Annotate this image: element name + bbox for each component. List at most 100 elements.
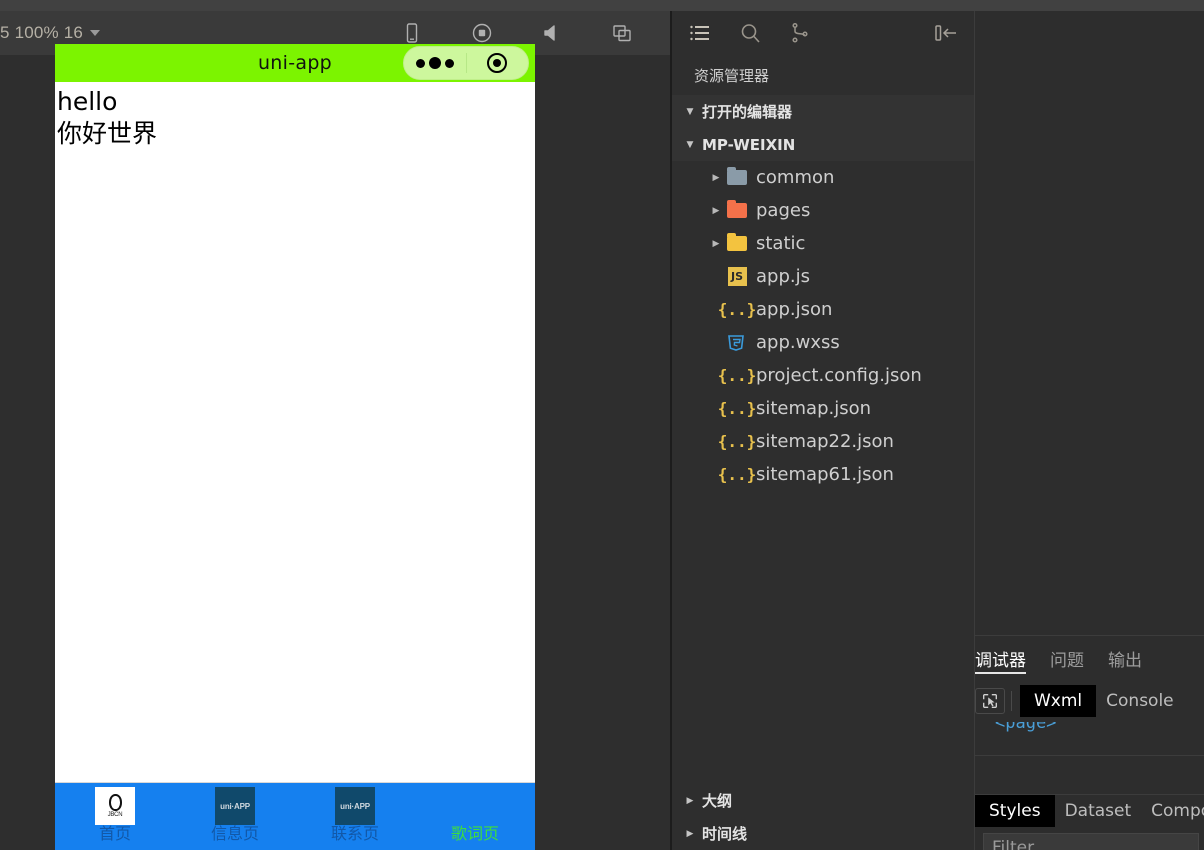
tab-debugger[interactable]: 调试器 (975, 636, 1026, 680)
chevron-right-icon: ▶ (686, 795, 694, 806)
tree-item-pages[interactable]: ▶ pages (672, 194, 974, 227)
tab-label: 联系页 (330, 826, 379, 843)
devtools-panel-tabs: 调试器 问题 输出 (975, 636, 1204, 680)
tree-item-label: sitemap61.json (756, 464, 894, 485)
tree-item-app-json[interactable]: {..} app.json (672, 293, 974, 326)
explorer-sidebar: 资源管理器 ▼ 打开的编辑器 ▼ MP-WEIXIN ▶ common ▶ pa… (670, 11, 974, 850)
json-file-icon: {..} (717, 465, 757, 484)
simulator-settings-dropdown[interactable]: 5 100% 16 (0, 23, 101, 43)
sub-tab-divider (1011, 691, 1012, 711)
simulator-meta-text: 5 100% 16 (0, 23, 84, 42)
tab-label: 首页 (98, 826, 131, 843)
chevron-right-icon: ▶ (686, 828, 694, 839)
explorer-title: 资源管理器 (694, 66, 770, 85)
tab-console[interactable]: Console (1096, 685, 1184, 717)
app-window: 5 100% 16 uni-app hello 你好世界 JBCN 首页 uni… (0, 0, 1204, 850)
filter-placeholder: Filter (992, 838, 1035, 850)
tree-item-project-config-json[interactable]: {..} project.config.json (672, 359, 974, 392)
tab-problems[interactable]: 问题 (1050, 636, 1084, 680)
wxml-tree-view[interactable]: <page> (975, 722, 1204, 756)
devtools-panel: 调试器 问题 输出 Wxml Console <page> Styles Dat… (975, 635, 1204, 850)
tab-dataset[interactable]: Dataset (1055, 795, 1142, 827)
wxml-empty-area (975, 756, 1204, 794)
tree-item-label: sitemap22.json (756, 431, 894, 452)
tree-item-label: common (756, 167, 835, 188)
explorer-icon[interactable] (686, 19, 714, 47)
tab-item-contact[interactable]: uni·APP 联系页 (295, 783, 415, 843)
tree-item-sitemap-json[interactable]: {..} sitemap.json (672, 392, 974, 425)
windows-icon[interactable] (610, 21, 634, 45)
collapse-panel-icon[interactable] (932, 19, 960, 47)
json-file-icon: {..} (717, 366, 757, 385)
devtools-sub-tabs: Wxml Console (975, 680, 1204, 722)
tab-item-info[interactable]: uni·APP 信息页 (175, 783, 295, 843)
chevron-down-icon: ▼ (686, 139, 694, 150)
wxml-root-node: <page> (995, 722, 1057, 733)
activity-bar (672, 11, 974, 55)
json-file-icon: {..} (717, 399, 757, 418)
section-label: 打开的编辑器 (702, 103, 793, 121)
filter-input[interactable]: Filter (983, 833, 1199, 850)
tree-item-static[interactable]: ▶ static (672, 227, 974, 260)
chevron-down-icon (90, 30, 101, 36)
folder-icon (724, 232, 750, 251)
element-picker-icon[interactable] (975, 688, 1005, 714)
tree-item-label: sitemap.json (756, 398, 872, 419)
nav-bar-title: uni-app (257, 52, 333, 74)
record-icon[interactable] (470, 21, 494, 45)
tree-item-sitemap22-json[interactable]: {..} sitemap22.json (672, 425, 974, 458)
css-file-icon (724, 333, 750, 353)
folder-icon (724, 166, 750, 185)
tab-item-home[interactable]: JBCN 首页 (55, 783, 175, 843)
source-control-icon[interactable] (786, 19, 814, 47)
phone-icon[interactable] (400, 21, 424, 45)
speaker-icon[interactable] (540, 21, 564, 45)
title-bar-strip (0, 0, 1204, 11)
tab-label: 歌词页 (450, 826, 499, 843)
section-label: 时间线 (702, 825, 748, 843)
style-panel-tabs: Styles Dataset Compo (975, 795, 1204, 827)
tree-item-label: app.wxss (756, 332, 840, 353)
chevron-down-icon: ▼ (686, 106, 694, 117)
tree-item-label: project.config.json (756, 365, 922, 386)
tree-item-sitemap61-json[interactable]: {..} sitemap61.json (672, 458, 974, 491)
target-circle-icon[interactable] (467, 53, 529, 73)
search-icon[interactable] (736, 19, 764, 47)
folder-icon (724, 199, 750, 218)
uniapp-tab-icon: uni·APP (215, 787, 255, 825)
sidebar-bottom-sections: ▶ 大纲 ▶ 时间线 (672, 784, 974, 850)
tree-item-app-wxss[interactable]: app.wxss (672, 326, 974, 359)
chevron-right-icon: ▶ (712, 238, 720, 249)
json-file-icon: {..} (717, 300, 757, 319)
tab-item-lyrics[interactable]: 歌词页 (415, 783, 535, 843)
filter-field-wrapper: Filter (975, 827, 1204, 850)
section-open-editors[interactable]: ▼ 打开的编辑器 (672, 95, 974, 128)
page-content: hello 你好世界 (55, 82, 535, 785)
tab-wxml[interactable]: Wxml (1020, 685, 1097, 717)
chevron-right-icon: ▶ (712, 205, 720, 216)
section-outline[interactable]: ▶ 大纲 (672, 784, 974, 817)
tree-item-app-js[interactable]: JS app.js (672, 260, 974, 293)
section-timeline[interactable]: ▶ 时间线 (672, 817, 974, 850)
section-mp-weixin[interactable]: ▼ MP-WEIXIN (672, 128, 974, 161)
miniprogram-nav-bar: uni-app (55, 44, 535, 82)
simulator-panel: 5 100% 16 uni-app hello 你好世界 JBCN 首页 uni… (0, 11, 670, 850)
page-text-line: hello (57, 87, 118, 116)
devtools-pane: 调试器 问题 输出 Wxml Console <page> Styles Dat… (974, 11, 1204, 850)
tab-components[interactable]: Compo (1141, 795, 1204, 827)
tab-output[interactable]: 输出 (1108, 636, 1142, 680)
uniapp-tab-icon: uni·APP (335, 787, 375, 825)
device-screen: uni-app hello 你好世界 JBCN 首页 uni·APP 信息页 u… (55, 44, 535, 850)
capsule-button-bar[interactable] (403, 46, 529, 80)
section-label: 大纲 (702, 792, 733, 810)
tree-item-label: pages (756, 200, 811, 221)
tree-item-common[interactable]: ▶ common (672, 161, 974, 194)
tab-styles[interactable]: Styles (975, 795, 1055, 827)
tab-label: 信息页 (210, 826, 259, 843)
chevron-right-icon: ▶ (712, 172, 720, 183)
miniprogram-tab-bar: JBCN 首页 uni·APP 信息页 uni·APP 联系页 歌词页 (55, 782, 535, 850)
tree-item-label: app.json (756, 299, 833, 320)
js-file-icon: JS (724, 267, 750, 286)
more-dots-icon[interactable] (404, 57, 466, 69)
file-tree: ▶ common ▶ pages ▶ static JS app.js {..}… (672, 161, 974, 491)
